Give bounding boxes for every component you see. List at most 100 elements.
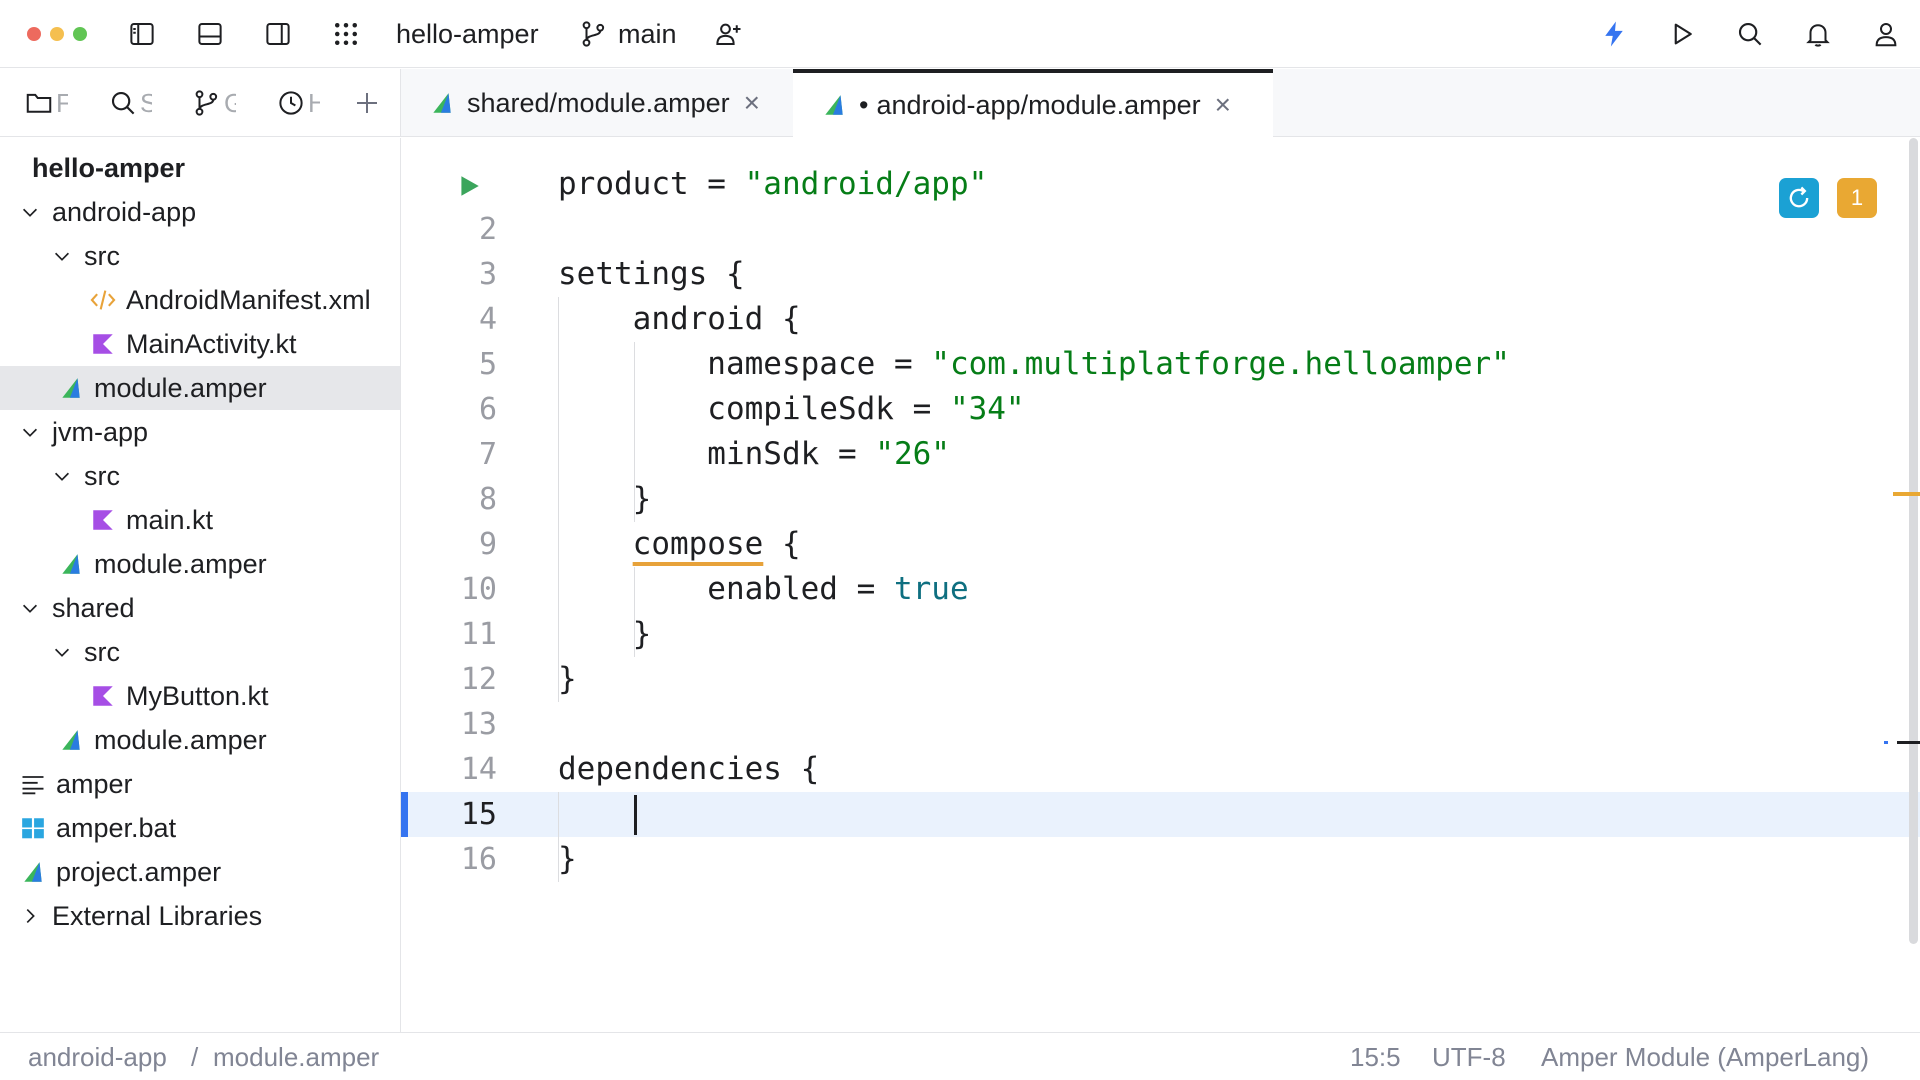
tree-item[interactable]: MyButton.kt bbox=[0, 674, 400, 718]
chevron-right-icon[interactable] bbox=[18, 904, 42, 928]
amper-icon bbox=[18, 857, 48, 887]
tree-item[interactable]: AndroidManifest.xml bbox=[0, 278, 400, 322]
chevron-down-icon[interactable] bbox=[18, 420, 42, 444]
tree-item[interactable]: main.kt bbox=[0, 498, 400, 542]
bell-icon[interactable] bbox=[1798, 14, 1838, 54]
tree-item[interactable]: src bbox=[0, 454, 400, 498]
tool-tab-history[interactable]: H bbox=[276, 85, 320, 121]
tool-tab-search-label: S bbox=[140, 87, 152, 118]
code-line[interactable]: 5 namespace = "com.multiplatforge.helloa… bbox=[401, 342, 1920, 387]
warnings-badge[interactable]: 1 bbox=[1837, 178, 1877, 218]
tool-tab-search[interactable]: S bbox=[108, 85, 152, 121]
caret-position[interactable]: 15:5 bbox=[1350, 1042, 1401, 1073]
code-line[interactable]: 6 compileSdk = "34" bbox=[401, 387, 1920, 432]
tool-tab-git-label: G bbox=[224, 87, 236, 118]
code-text bbox=[558, 792, 633, 837]
code-editor[interactable]: product = "android/app" 2 3 settings {4 and… bbox=[401, 138, 1920, 1032]
code-line[interactable]: 16} bbox=[401, 837, 1920, 882]
tree-item[interactable]: amper.bat bbox=[0, 806, 400, 850]
tree-item[interactable]: shared bbox=[0, 586, 400, 630]
code-line[interactable]: 4 android { bbox=[401, 297, 1920, 342]
project-name[interactable]: hello-amper bbox=[396, 18, 539, 50]
tree-item[interactable]: MainActivity.kt bbox=[0, 322, 400, 366]
apps-grid-icon[interactable] bbox=[326, 14, 366, 54]
editor-tab-android-app-module[interactable]: • android-app/module.amper × bbox=[793, 69, 1273, 137]
plus-icon bbox=[357, 93, 377, 113]
code-text: } bbox=[558, 657, 577, 702]
breadcrumb-module[interactable]: android-app bbox=[28, 1042, 167, 1073]
run-icon[interactable] bbox=[1662, 14, 1702, 54]
tree-item[interactable]: project.amper bbox=[0, 850, 400, 894]
code-line[interactable]: product = "android/app" bbox=[401, 162, 1920, 207]
editor-scrollbar[interactable] bbox=[1909, 138, 1918, 944]
line-number: 2 bbox=[478, 212, 497, 247]
code-line[interactable]: 7 minSdk = "26" bbox=[401, 432, 1920, 477]
tree-item[interactable]: module.amper bbox=[0, 542, 400, 586]
tree-item[interactable]: amper bbox=[0, 762, 400, 806]
chevron-down-icon[interactable] bbox=[50, 464, 74, 488]
code-line[interactable]: 8 } bbox=[401, 477, 1920, 522]
bottom-panel-icon[interactable] bbox=[190, 14, 230, 54]
tree-item[interactable]: module.amper bbox=[0, 366, 400, 410]
code-line[interactable]: 13 bbox=[401, 702, 1920, 747]
window-minimize-button[interactable] bbox=[50, 27, 64, 41]
breadcrumb-separator: / bbox=[191, 1042, 199, 1072]
run-gutter-icon[interactable] bbox=[456, 173, 482, 199]
indent-guide bbox=[634, 342, 635, 522]
code-line[interactable]: 3 settings { bbox=[401, 252, 1920, 297]
left-panel-icon[interactable] bbox=[122, 14, 162, 54]
warning-stripe-marker[interactable] bbox=[1893, 492, 1920, 496]
add-tool-tab-button[interactable] bbox=[352, 85, 382, 121]
branch-name[interactable]: main bbox=[618, 18, 677, 50]
add-user-icon[interactable] bbox=[708, 14, 748, 54]
tool-window-tabs: F S G H bbox=[0, 69, 401, 137]
lightning-icon[interactable] bbox=[1594, 14, 1634, 54]
tree-item[interactable]: module.amper bbox=[0, 718, 400, 762]
code-line[interactable]: 10 enabled = true bbox=[401, 567, 1920, 612]
tool-tab-git[interactable]: G bbox=[192, 85, 236, 121]
code-text: } bbox=[558, 612, 652, 657]
file-language[interactable]: Amper Module (AmperLang) bbox=[1541, 1042, 1869, 1073]
tree-item[interactable]: src bbox=[0, 234, 400, 278]
chevron-down-icon[interactable] bbox=[50, 640, 74, 664]
kotlin-icon bbox=[88, 681, 118, 711]
reload-project-button[interactable] bbox=[1779, 178, 1819, 218]
code-line[interactable]: 12} bbox=[401, 657, 1920, 702]
code-token: namespace = bbox=[558, 346, 932, 382]
code-line[interactable]: 14 dependencies { bbox=[401, 747, 1920, 792]
close-icon[interactable]: × bbox=[744, 87, 760, 119]
chevron-down-icon[interactable] bbox=[18, 200, 42, 224]
profile-icon[interactable] bbox=[1866, 14, 1906, 54]
caret-blue-marker bbox=[1884, 741, 1888, 744]
right-panel-icon[interactable] bbox=[258, 14, 298, 54]
kotlin-icon bbox=[88, 329, 118, 359]
tree-item[interactable]: android-app bbox=[0, 190, 400, 234]
search-icon[interactable] bbox=[1730, 14, 1770, 54]
code-line[interactable]: 11 } bbox=[401, 612, 1920, 657]
editor-tab-label: android-app/module.amper bbox=[876, 89, 1201, 120]
code-line[interactable]: 9 compose { bbox=[401, 522, 1920, 567]
chevron-down-icon[interactable] bbox=[18, 596, 42, 620]
window-maximize-button[interactable] bbox=[73, 27, 87, 41]
file-encoding[interactable]: UTF-8 bbox=[1432, 1042, 1506, 1073]
code-token: minSdk = bbox=[558, 436, 876, 472]
tree-item[interactable]: jvm-app bbox=[0, 410, 400, 454]
code-token: "34" bbox=[949, 391, 1025, 427]
tool-tab-project[interactable]: F bbox=[24, 85, 68, 121]
window-close-button[interactable] bbox=[27, 27, 41, 41]
line-number: 6 bbox=[478, 392, 497, 427]
tree-root[interactable]: hello-amper bbox=[0, 146, 400, 190]
code-line[interactable]: 15 bbox=[401, 792, 1920, 837]
tree-item[interactable]: src bbox=[0, 630, 400, 674]
refresh-icon bbox=[1789, 186, 1809, 208]
editor-tab-shared-module[interactable]: shared/module.amper × bbox=[401, 69, 793, 137]
breadcrumb-file[interactable]: module.amper bbox=[213, 1042, 379, 1073]
branch-icon[interactable] bbox=[572, 14, 616, 54]
chevron-down-icon[interactable] bbox=[50, 244, 74, 268]
close-icon[interactable]: × bbox=[1215, 89, 1231, 121]
line-number: 14 bbox=[460, 752, 497, 787]
code-line[interactable]: 2 bbox=[401, 207, 1920, 252]
line-number: 5 bbox=[478, 347, 497, 382]
tree-item[interactable]: External Libraries bbox=[0, 894, 400, 938]
